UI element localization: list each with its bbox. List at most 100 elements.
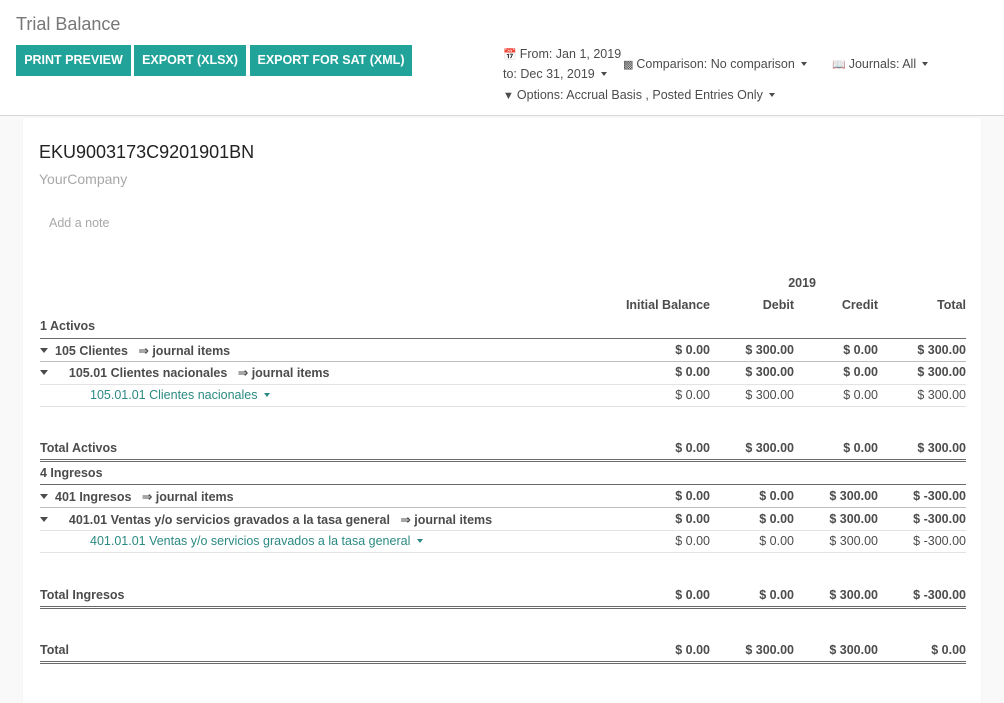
comparison-filter[interactable]: ▩ Comparison: No comparison [623,57,807,71]
journal-items-link[interactable]: ⇒ journal items [142,490,234,504]
debit-value: $ 300.00 [745,643,794,657]
collapse-caret-icon[interactable] [40,517,48,522]
total-value: $ -300.00 [913,512,966,526]
debit-value: $ 300.00 [745,388,794,402]
journal-items-link[interactable]: ⇒ journal items [238,366,330,380]
collapse-caret-icon[interactable] [40,494,48,499]
debit-value: $ 300.00 [745,365,794,379]
total-label: Total Ingresos [40,588,125,602]
initial-balance-value: $ 0.00 [675,441,710,455]
initial-balance-value: $ 0.00 [675,643,710,657]
company-vat: EKU9003173C9201901BN [39,142,255,162]
account-row-105[interactable]: 105 Clientes ⇒ journal items $ 0.00 $ 30… [40,339,966,361]
initial-balance-value: $ 0.00 [675,343,710,357]
debit-value: $ 0.00 [759,534,794,548]
double-divider [40,606,966,609]
account-label: 401.01 Ventas y/o servicios gravados a l… [68,513,390,527]
total-value: $ -300.00 [913,534,966,548]
date-from: From: Jan 1, 2019 [519,47,622,61]
account-link[interactable]: 105.01.01 Clientes nacionales [90,388,257,402]
control-panel: Trial Balance PRINT PREVIEW EXPORT (XLSX… [0,0,1004,116]
comparison-label: Comparison: No comparison [636,57,795,71]
total-label: Total Activos [40,441,118,455]
chevron-down-icon [768,93,775,97]
export-sat-button[interactable]: EXPORT FOR SAT (XML) [250,45,412,76]
account-row-401[interactable]: 401 Ingresos ⇒ journal items $ 0.00 $ 0.… [40,485,966,507]
account-link[interactable]: 401.01.01 Ventas y/o servicios gravados … [90,534,410,548]
initial-balance-value: $ 0.00 [675,489,710,503]
total-row-ingresos: Total Ingresos $ 0.00 $ 0.00 $ 300.00 $ … [40,584,966,606]
book-icon: 📖 [832,59,846,71]
journals-label: Journals: All [848,57,917,71]
print-preview-button[interactable]: PRINT PREVIEW [16,45,131,76]
account-row-105-01-01[interactable]: 105.01.01 Clientes nacionales $ 0.00 $ 3… [40,384,966,406]
export-xlsx-button[interactable]: EXPORT (XLSX) [134,45,246,76]
chevron-down-icon[interactable] [264,393,271,397]
filter-icon: ▼ [503,90,514,102]
total-value: $ 300.00 [917,441,966,455]
credit-value: $ 300.00 [829,643,878,657]
chevron-down-icon[interactable] [417,539,424,543]
period-header: 2019 [788,276,816,290]
options-label: Options: Accrual Basis , Posted Entries … [516,88,763,102]
calendar-icon: 📅 [503,49,517,61]
date-filter[interactable]: 📅 From: Jan 1, 2019 [503,47,621,61]
credit-value: $ 300.00 [829,512,878,526]
credit-value: $ 0.00 [843,365,878,379]
chevron-down-icon [800,62,807,66]
section-title: 1 Activos [40,319,96,333]
report-sheet: EKU9003173C9201901BN YourCompany Add a n… [23,118,981,703]
initial-balance-value: $ 0.00 [675,388,710,402]
grand-total-label: Total [40,643,69,657]
journals-filter[interactable]: 📖 Journals: All [832,57,929,71]
initial-balance-value: $ 0.00 [675,512,710,526]
column-header-initial-balance: Initial Balance [625,298,710,312]
total-value: $ -300.00 [913,588,966,602]
debit-value: $ 0.00 [759,588,794,602]
credit-value: $ 0.00 [843,441,878,455]
initial-balance-value: $ 0.00 [675,588,710,602]
section-header-activos: 1 Activos [40,315,966,337]
company-name: YourCompany [39,171,128,187]
total-value: $ 300.00 [917,388,966,402]
total-value: $ 300.00 [917,343,966,357]
total-value: $ -300.00 [913,489,966,503]
credit-value: $ 300.00 [829,588,878,602]
add-note[interactable]: Add a note [49,216,109,230]
account-label: 401 Ingresos [55,490,132,504]
column-header-total: Total [937,298,966,312]
credit-value: $ 0.00 [843,343,878,357]
debit-value: $ 0.00 [759,489,794,503]
total-value: $ 300.00 [917,365,966,379]
account-label: 105.01 Clientes nacionales [68,366,228,380]
collapse-caret-icon[interactable] [40,348,48,353]
column-header-debit: Debit [762,298,794,312]
chevron-down-icon [600,72,607,76]
account-row-401-01-01[interactable]: 401.01.01 Ventas y/o servicios gravados … [40,530,966,552]
grand-total-row: Total $ 0.00 $ 300.00 $ 300.00 $ 0.00 [40,639,966,661]
initial-balance-value: $ 0.00 [675,365,710,379]
credit-value: $ 300.00 [829,534,878,548]
page-title: Trial Balance [16,14,121,34]
double-divider [40,661,966,664]
account-row-401-01[interactable]: 401.01 Ventas y/o servicios gravados a l… [40,508,966,530]
journal-items-link[interactable]: ⇒ journal items [138,344,230,358]
debit-value: $ 0.00 [759,512,794,526]
debit-value: $ 300.00 [745,343,794,357]
journal-items-link[interactable]: ⇒ journal items [400,513,492,527]
options-filter[interactable]: ▼ Options: Accrual Basis , Posted Entries… [503,88,775,102]
debit-value: $ 300.00 [745,441,794,455]
credit-value: $ 0.00 [843,388,878,402]
account-row-105-01[interactable]: 105.01 Clientes nacionales ⇒ journal ite… [40,361,966,383]
divider [40,406,966,407]
bar-chart-icon: ▩ [623,59,634,71]
collapse-caret-icon[interactable] [40,370,48,375]
divider [40,552,966,553]
section-header-ingresos: 4 Ingresos [40,462,966,484]
date-to: to: Dec 31, 2019 [503,67,595,81]
date-to-filter[interactable]: to: Dec 31, 2019 [503,67,607,81]
total-row-activos: Total Activos $ 0.00 $ 300.00 $ 0.00 $ 3… [40,437,966,459]
section-title: 4 Ingresos [40,466,103,480]
column-header-credit: Credit [841,298,878,312]
account-label: 105 Clientes [55,344,128,358]
